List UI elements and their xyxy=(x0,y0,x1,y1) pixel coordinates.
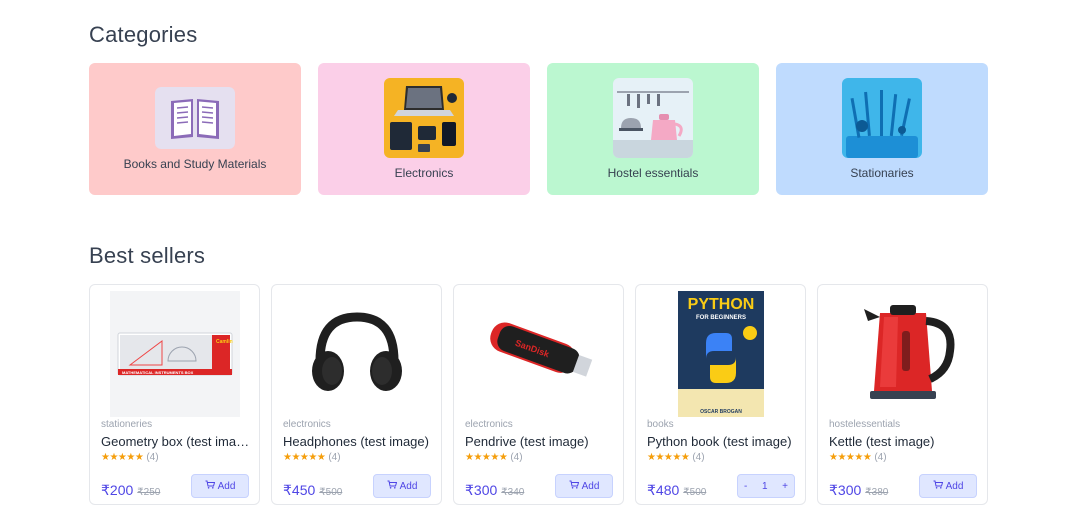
product-category: electronics xyxy=(465,419,513,430)
product-name[interactable]: Kettle (test image) xyxy=(829,434,979,449)
cart-icon xyxy=(933,480,943,492)
product-name[interactable]: Python book (test image) xyxy=(647,434,797,449)
add-label: Add xyxy=(399,480,418,492)
electronics-image xyxy=(384,78,464,158)
add-label: Add xyxy=(945,480,964,492)
best-sellers-title: Best sellers xyxy=(89,243,206,268)
books-image xyxy=(155,87,235,149)
product-category: hostelessentials xyxy=(829,419,901,430)
category-label: Books and Study Materials xyxy=(123,157,267,171)
product-category: stationeries xyxy=(101,419,153,430)
stationaries-image xyxy=(842,78,922,158)
python-book-title: PYTHON xyxy=(688,296,755,313)
product-price: ₹300 ₹380 xyxy=(829,482,888,499)
geometry-box-caption: MATHEMATICAL INSTRUMENTS BOX xyxy=(122,370,194,375)
product-rating: ★★★★★ (4) xyxy=(647,452,705,463)
quantity-stepper: - 1 + xyxy=(737,474,795,498)
categories-row: Books and Study Materials Electronics Ho… xyxy=(89,63,989,195)
price: ₹300 xyxy=(465,482,498,498)
add-to-cart-button[interactable]: Add xyxy=(373,474,431,498)
category-card-books[interactable]: Books and Study Materials xyxy=(89,63,301,195)
star-icon: ★★★★★ xyxy=(283,452,326,463)
product-category: books xyxy=(647,419,674,430)
price: ₹200 xyxy=(101,482,134,498)
product-rating: ★★★★★ (4) xyxy=(101,452,159,463)
category-card-electronics[interactable]: Electronics xyxy=(318,63,530,195)
product-rating: ★★★★★ (4) xyxy=(465,452,523,463)
category-card-stationaries[interactable]: Stationaries xyxy=(776,63,988,195)
product-card[interactable]: electronics Headphones (test image) ★★★★… xyxy=(271,284,442,505)
original-price: ₹340 xyxy=(501,487,525,498)
price: ₹450 xyxy=(283,482,316,498)
product-name[interactable]: Geometry box (test image) xyxy=(101,434,251,449)
product-image-geometry-box: Camlin MATHEMATICAL INSTRUMENTS BOX xyxy=(110,291,240,417)
category-card-hostel-essentials[interactable]: Hostel essentials xyxy=(547,63,759,195)
add-to-cart-button[interactable]: Add xyxy=(919,474,977,498)
price: ₹300 xyxy=(829,482,862,498)
cart-icon xyxy=(387,480,397,492)
product-card[interactable]: Camlin MATHEMATICAL INSTRUMENTS BOX stat… xyxy=(89,284,260,505)
review-count: (4) xyxy=(328,452,341,463)
product-price: ₹480 ₹500 xyxy=(647,482,706,499)
star-icon: ★★★★★ xyxy=(829,452,872,463)
cart-icon xyxy=(569,480,579,492)
add-label: Add xyxy=(217,480,236,492)
original-price: ₹380 xyxy=(865,487,889,498)
review-count: (4) xyxy=(510,452,523,463)
review-count: (4) xyxy=(874,452,887,463)
product-price: ₹200 ₹250 xyxy=(101,482,160,499)
geometry-box-brand: Camlin xyxy=(216,339,233,345)
add-to-cart-button[interactable]: Add xyxy=(191,474,249,498)
product-price: ₹300 ₹340 xyxy=(465,482,524,499)
product-rating: ★★★★★ (4) xyxy=(283,452,341,463)
python-book-author: OSCAR BROGAN xyxy=(700,409,742,415)
price: ₹480 xyxy=(647,482,680,498)
product-card[interactable]: SanDisk electronics Pendrive (test image… xyxy=(453,284,624,505)
product-card[interactable]: PYTHON FOR BEGINNERS OSCAR BROGAN books … xyxy=(635,284,806,505)
product-image-headphones xyxy=(292,291,422,417)
product-category: electronics xyxy=(283,419,331,430)
product-name[interactable]: Headphones (test image) xyxy=(283,434,433,449)
product-card[interactable]: hostelessentials Kettle (test image) ★★★… xyxy=(817,284,988,505)
hostel-essentials-image xyxy=(613,78,693,158)
category-label: Stationaries xyxy=(850,166,914,180)
add-label: Add xyxy=(581,480,600,492)
product-image-python-book: PYTHON FOR BEGINNERS OSCAR BROGAN xyxy=(656,291,786,417)
categories-title: Categories xyxy=(89,22,198,47)
review-count: (4) xyxy=(692,452,705,463)
increase-quantity-button[interactable]: + xyxy=(782,481,788,492)
star-icon: ★★★★★ xyxy=(101,452,144,463)
python-book-subtitle: FOR BEGINNERS xyxy=(696,315,746,321)
original-price: ₹500 xyxy=(683,487,707,498)
category-label: Electronics xyxy=(394,166,454,180)
star-icon: ★★★★★ xyxy=(465,452,508,463)
product-price: ₹450 ₹500 xyxy=(283,482,342,499)
category-label: Hostel essentials xyxy=(607,166,699,180)
product-image-kettle xyxy=(838,291,968,417)
quantity-value: 1 xyxy=(761,480,768,492)
product-rating: ★★★★★ (4) xyxy=(829,452,887,463)
product-image-pendrive: SanDisk xyxy=(474,291,604,417)
decrease-quantity-button[interactable]: - xyxy=(744,481,747,492)
best-sellers-row: Camlin MATHEMATICAL INSTRUMENTS BOX stat… xyxy=(89,284,989,505)
review-count: (4) xyxy=(146,452,159,463)
original-price: ₹250 xyxy=(137,487,161,498)
product-name[interactable]: Pendrive (test image) xyxy=(465,434,615,449)
original-price: ₹500 xyxy=(319,487,343,498)
star-icon: ★★★★★ xyxy=(647,452,690,463)
add-to-cart-button[interactable]: Add xyxy=(555,474,613,498)
cart-icon xyxy=(205,480,215,492)
